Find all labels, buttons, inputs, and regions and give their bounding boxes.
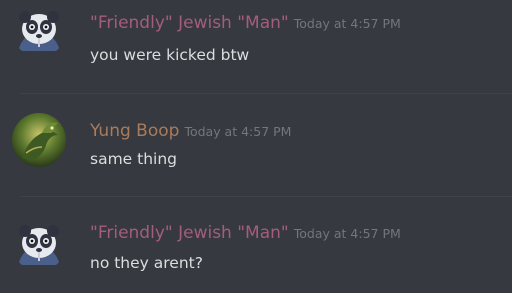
author-name[interactable]: "Friendly" Jewish "Man" — [90, 13, 289, 33]
author-name[interactable]: Yung Boop — [90, 121, 179, 141]
message-author[interactable]: "Friendly" Jewish "Man" Today at 4:57 PM — [90, 222, 401, 245]
message-item: Yung Boop Today at 4:57 PM same thing — [0, 104, 512, 184]
message-timestamp: Today at 4:57 PM — [293, 226, 401, 241]
panda-face-icon — [12, 3, 66, 57]
green-dragon-avatar[interactable] — [12, 113, 66, 167]
chat-messages: "Friendly" Jewish "Man" Today at 4:57 PM … — [0, 0, 512, 293]
message-text: same thing — [90, 150, 178, 168]
message-item: "Friendly" Jewish "Man" Today at 4:57 PM … — [0, 0, 512, 80]
message-timestamp: Today at 4:57 PM — [293, 16, 401, 31]
green-dragon-icon — [12, 113, 66, 167]
message-author[interactable]: "Friendly" Jewish "Man" Today at 4:57 PM — [90, 12, 401, 35]
message-timestamp: Today at 4:57 PM — [184, 124, 292, 139]
panda-face-icon — [12, 217, 66, 271]
panda-face-avatar[interactable] — [12, 3, 66, 57]
message-text: no they arent? — [90, 254, 203, 272]
message-item: "Friendly" Jewish "Man" Today at 4:57 PM … — [0, 210, 512, 290]
message-text: you were kicked btw — [90, 46, 250, 64]
message-author[interactable]: Yung Boop Today at 4:57 PM — [90, 120, 291, 143]
message-divider — [20, 196, 512, 197]
panda-face-avatar[interactable] — [12, 217, 66, 271]
message-divider — [20, 93, 512, 94]
author-name[interactable]: "Friendly" Jewish "Man" — [90, 223, 289, 243]
